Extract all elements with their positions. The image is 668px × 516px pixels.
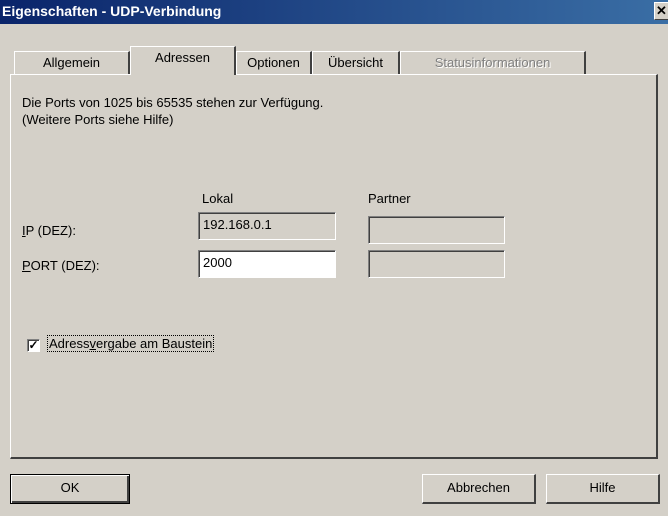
tab-adressen[interactable]: Adressen	[130, 46, 236, 75]
tab-label: Statusinformationen	[434, 55, 551, 70]
tab-label: Adressen	[155, 50, 210, 65]
port-local-input[interactable]: 2000	[198, 250, 336, 278]
help-button[interactable]: Hilfe	[546, 474, 660, 504]
ip-label-rest: P (DEZ):	[25, 223, 76, 238]
window-title: Eigenschaften - UDP-Verbindung	[2, 3, 222, 19]
ip-partner-field	[368, 216, 505, 244]
tab-label: Optionen	[247, 55, 300, 70]
ip-local-field: 192.168.0.1	[198, 212, 336, 240]
tab-optionen[interactable]: Optionen	[236, 51, 312, 75]
tab-allgemein[interactable]: Allgemein	[14, 51, 130, 75]
column-header-partner: Partner	[368, 191, 411, 206]
address-assignment-label[interactable]: Adressvergabe am Baustein	[47, 335, 215, 352]
port-label: PORT (DEZ):	[22, 258, 100, 273]
tab-panel-adressen: Die Ports von 1025 bis 65535 stehen zur …	[10, 74, 658, 459]
address-assignment-checkbox[interactable]: ✓	[27, 339, 40, 352]
tab-label: Allgemein	[42, 55, 101, 70]
tab-uebersicht[interactable]: Übersicht	[312, 51, 400, 75]
tab-label: Übersicht	[328, 55, 383, 70]
column-header-local: Lokal	[202, 191, 234, 206]
close-icon[interactable]: ✕	[654, 2, 668, 20]
checkbox-label-before: Adress	[49, 336, 90, 351]
port-partner-field	[368, 250, 505, 278]
port-label-mnemonic: P	[22, 258, 31, 273]
info-text-line1: Die Ports von 1025 bis 65535 stehen zur …	[22, 95, 324, 110]
port-label-rest: ORT (DEZ):	[30, 258, 100, 273]
cancel-button[interactable]: Abbrechen	[422, 474, 536, 504]
ok-button[interactable]: OK	[10, 474, 130, 504]
checkbox-label-after: ergabe am Baustein	[95, 336, 213, 351]
title-bar: Eigenschaften - UDP-Verbindung ✕	[0, 0, 668, 24]
info-text-line2: (Weitere Ports siehe Hilfe)	[22, 112, 174, 127]
tab-statusinformationen: Statusinformationen	[400, 51, 586, 75]
ip-label: IP (DEZ):	[22, 223, 76, 238]
